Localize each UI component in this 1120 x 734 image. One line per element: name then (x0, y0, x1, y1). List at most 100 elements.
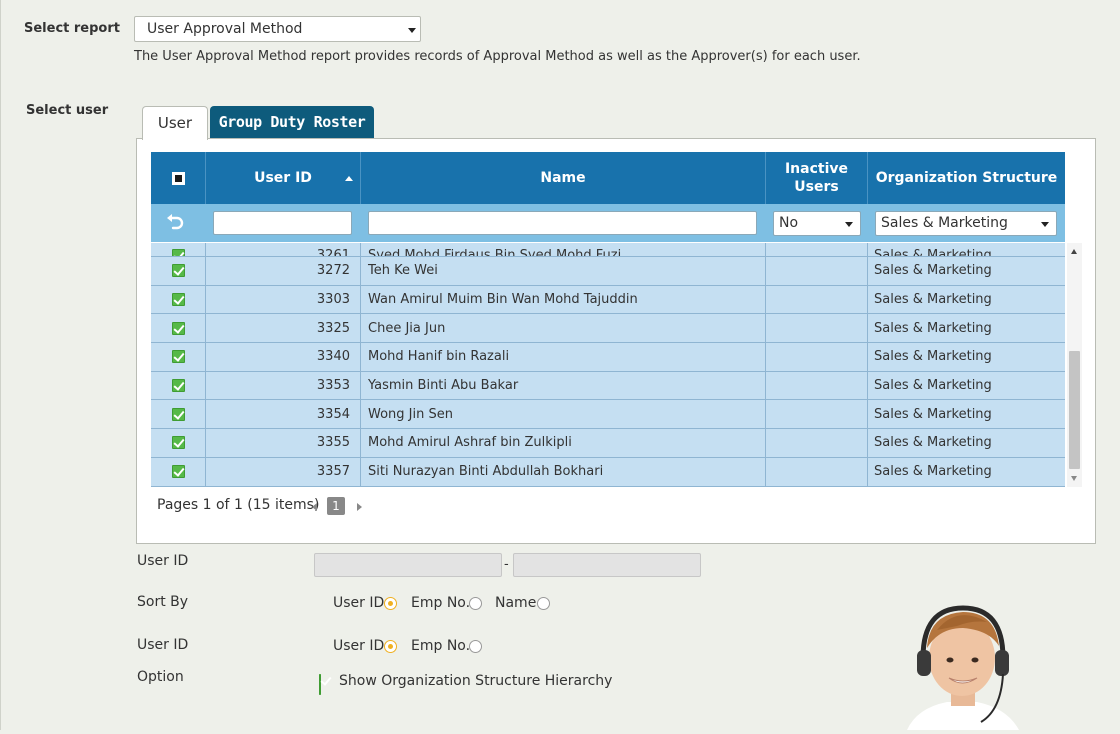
scroll-up-icon[interactable] (1071, 249, 1077, 254)
table-row[interactable]: 3272 Teh Ke Wei Sales & Marketing (151, 257, 1065, 286)
cell-inactive (766, 371, 868, 400)
cell-org: Sales & Marketing (874, 349, 992, 365)
range-separator: - (504, 557, 509, 572)
select-all-checkbox-icon[interactable] (171, 171, 185, 185)
page-button[interactable]: 1 (327, 497, 345, 515)
sort-user-id-radio[interactable] (384, 597, 397, 610)
cell-user-id: 3303 (206, 285, 361, 314)
uid-user-id-radio[interactable] (384, 640, 397, 653)
sort-user-id-label: User ID (333, 595, 385, 611)
cell-org: Sales & Marketing (874, 320, 992, 336)
check-icon[interactable] (171, 465, 185, 479)
select-user-label: Select user (26, 103, 109, 118)
cell-inactive (766, 314, 868, 343)
cell-inactive (766, 457, 868, 486)
cell-user-id: 3355 (206, 429, 361, 457)
cell-name: Chee Jia Jun (361, 314, 766, 343)
cell-org: Sales & Marketing (874, 263, 992, 279)
sort-name-label: Name (495, 595, 537, 611)
cell-user-id: 3357 (206, 457, 361, 486)
scroll-down-icon[interactable] (1071, 476, 1077, 481)
cell-inactive (766, 400, 868, 429)
name-filter-input[interactable] (368, 211, 757, 235)
scrollbar-thumb[interactable] (1069, 351, 1080, 469)
cell-inactive (766, 285, 868, 314)
uid-emp-no-radio[interactable] (469, 640, 482, 653)
cell-user-id: 3353 (206, 371, 361, 400)
select-report-label: Select report (24, 21, 120, 36)
sort-asc-icon (345, 176, 353, 181)
table-row[interactable]: 3355 Mohd Amirul Ashraf bin Zulkipli Sales… (151, 429, 1065, 458)
cell-user-id: 3354 (206, 400, 361, 429)
cell-org: Sales & Marketing (874, 406, 992, 422)
column-header-name[interactable]: Name (361, 152, 766, 204)
select-all-cell[interactable] (151, 152, 206, 204)
undo-icon[interactable] (165, 214, 185, 232)
report-select[interactable]: User Approval Method (134, 16, 421, 42)
user-id-range-label: User ID (137, 553, 189, 569)
cell-name: Wan Amirul Muim Bin Wan Mohd Tajuddin (361, 285, 766, 314)
sort-emp-no-label: Emp No. (411, 595, 471, 611)
sort-emp-no-radio[interactable] (469, 597, 482, 610)
column-header-user-id[interactable]: User ID (206, 152, 361, 204)
grid-header: User ID Name Inactive Users Organization… (151, 152, 1065, 204)
check-icon[interactable] (171, 350, 185, 364)
user-id-to-input[interactable] (513, 553, 701, 577)
check-icon[interactable] (171, 379, 185, 393)
cell-user-id: 3340 (206, 343, 361, 371)
check-icon[interactable] (171, 321, 185, 335)
check-icon[interactable] (171, 436, 185, 450)
table-row[interactable]: 3354 Wong Jin Sen Sales & Marketing (151, 400, 1065, 430)
uid-user-id-label: User ID (333, 638, 385, 654)
next-page-icon[interactable] (357, 503, 362, 511)
chevron-down-icon (845, 222, 853, 227)
cell-org: Sales & Marketing (874, 378, 992, 394)
org-structure-filter-select[interactable]: Sales & Marketing (875, 211, 1057, 236)
table-row[interactable]: 3357 Siti Nurazyan Binti Abdullah Bokhari… (151, 457, 1065, 487)
cell-inactive (766, 429, 868, 457)
chevron-down-icon (1041, 222, 1049, 227)
column-header-inactive-users[interactable]: Inactive Users (766, 152, 868, 204)
check-icon[interactable] (171, 293, 185, 307)
cell-user-id: 3272 (206, 257, 361, 285)
sort-name-radio[interactable] (537, 597, 550, 610)
show-org-hierarchy-checkbox[interactable] (319, 674, 321, 695)
column-header-organization-structure[interactable]: Organization Structure (868, 152, 1065, 204)
table-row[interactable]: 3340 Mohd Hanif bin Razali Sales & Marketi… (151, 343, 1065, 372)
table-row[interactable]: 3261 Syed Mohd Firdaus Bin Syed Mohd Fuz… (151, 243, 1065, 257)
table-row[interactable]: 3353 Yasmin Binti Abu Bakar Sales & Market… (151, 371, 1065, 401)
report-select-value: User Approval Method (147, 21, 303, 37)
support-avatar (897, 600, 1027, 730)
report-description: The User Approval Method report provides… (134, 49, 861, 64)
inactive-users-filter-select[interactable]: No (773, 211, 861, 236)
prev-page-icon[interactable] (312, 503, 317, 511)
grid-body[interactable]: 3261 Syed Mohd Firdaus Bin Syed Mohd Fuz… (151, 243, 1065, 487)
chevron-down-icon (408, 28, 416, 33)
cell-user-id: 3325 (206, 314, 361, 343)
user-id-from-input[interactable] (314, 553, 502, 577)
filter-row: No Sales & Marketing (151, 204, 1065, 242)
cell-name: Siti Nurazyan Binti Abdullah Bokhari (361, 457, 766, 486)
cell-name: Teh Ke Wei (361, 257, 766, 285)
user-id-filter-input[interactable] (213, 211, 352, 235)
table-row[interactable]: 3325 Chee Jia Jun Sales & Marketing (151, 314, 1065, 344)
check-icon[interactable] (171, 264, 185, 278)
cell-inactive (766, 257, 868, 285)
show-org-hierarchy-label: Show Organization Structure Hierarchy (339, 673, 613, 689)
cell-org: Sales & Marketing (874, 435, 992, 451)
user-id-option-label: User ID (137, 637, 189, 653)
uid-emp-no-label: Emp No. (411, 638, 471, 654)
sort-by-label: Sort By (137, 594, 189, 610)
cell-org: Sales & Marketing (874, 464, 992, 480)
pager-info: Pages 1 of 1 (15 items) (157, 497, 320, 513)
cell-name: Yasmin Binti Abu Bakar (361, 371, 766, 400)
tab-group-duty-roster[interactable]: Group Duty Roster (210, 106, 374, 138)
grid-scrollbar[interactable] (1067, 243, 1082, 487)
check-icon[interactable] (171, 249, 185, 256)
table-row[interactable]: 3303 Wan Amirul Muim Bin Wan Mohd Tajuddi… (151, 285, 1065, 315)
cell-name: Mohd Amirul Ashraf bin Zulkipli (361, 429, 766, 457)
cell-org: Sales & Marketing (874, 292, 992, 308)
check-icon[interactable] (171, 407, 185, 421)
tab-user[interactable]: User (142, 106, 208, 140)
option-label: Option (137, 669, 184, 685)
